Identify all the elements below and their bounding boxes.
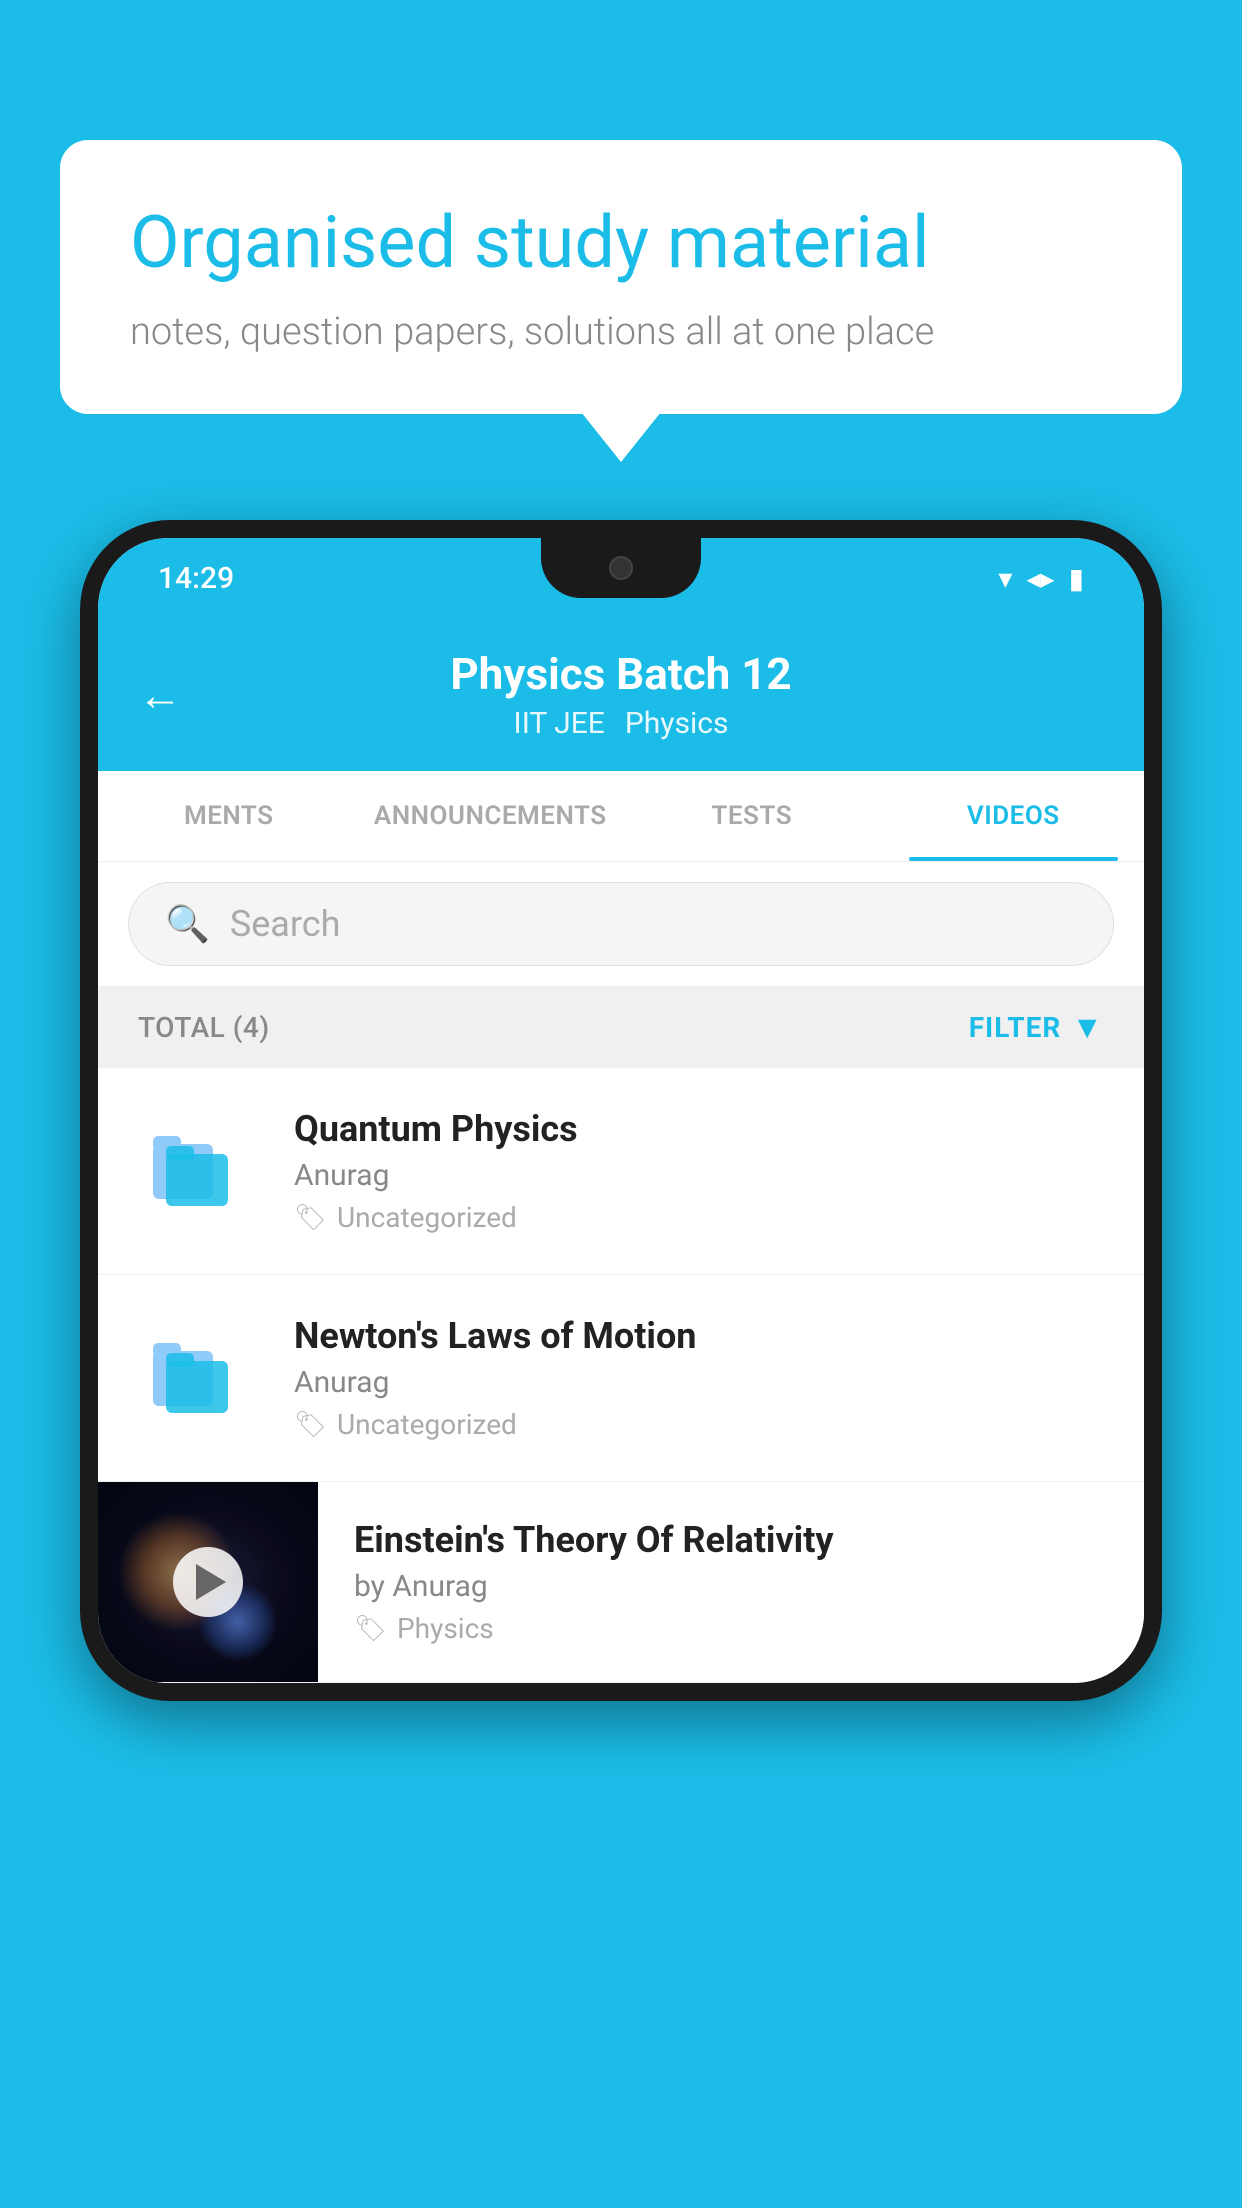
filter-button[interactable]: FILTER ▼ [969, 1008, 1104, 1046]
phone-device: 14:29 ▾ ◂▸ ▮ ← Physics Batch 12 IIT JEE … [80, 520, 1162, 2208]
video-info-2: Newton's Laws of Motion Anurag 🏷 Uncateg… [294, 1315, 1104, 1441]
front-camera [609, 556, 633, 580]
video-list: Quantum Physics Anurag 🏷 Uncategorized [98, 1068, 1144, 1683]
filter-funnel-icon: ▼ [1071, 1008, 1104, 1046]
einstein-title: Einstein's Theory Of Relativity [354, 1519, 1104, 1561]
phone-notch [541, 538, 701, 598]
play-button[interactable] [173, 1547, 243, 1617]
video-tag: 🏷 Uncategorized [294, 1201, 1104, 1234]
einstein-author: by Anurag [354, 1569, 1104, 1604]
list-item[interactable]: Newton's Laws of Motion Anurag 🏷 Uncateg… [98, 1275, 1144, 1482]
search-placeholder: Search [230, 903, 341, 945]
tag-label-3: Physics [397, 1612, 494, 1645]
search-icon: 🔍 [165, 903, 210, 945]
video-info: Quantum Physics Anurag 🏷 Uncategorized [294, 1108, 1104, 1234]
filter-label: FILTER [969, 1011, 1062, 1044]
einstein-thumbnail [98, 1482, 318, 1682]
total-count: TOTAL (4) [138, 1011, 270, 1044]
search-bar: 🔍 Search [98, 862, 1144, 986]
tab-videos[interactable]: VIDEOS [883, 771, 1145, 861]
phone-screen: 14:29 ▾ ◂▸ ▮ ← Physics Batch 12 IIT JEE … [98, 538, 1144, 1683]
video-folder-icon-2 [138, 1318, 258, 1438]
search-input-wrap[interactable]: 🔍 Search [128, 882, 1114, 966]
status-icons: ▾ ◂▸ ▮ [998, 562, 1084, 595]
tag-icon-2: 🏷 [294, 1410, 327, 1440]
speech-bubble-container: Organised study material notes, question… [60, 140, 1182, 414]
tag-icon: 🏷 [294, 1203, 327, 1233]
tag-label-2: Uncategorized [337, 1408, 517, 1441]
app-subtitle: IIT JEE Physics [514, 706, 729, 741]
video-author: Anurag [294, 1158, 1104, 1193]
video-author-2: Anurag [294, 1365, 1104, 1400]
video-folder-icon [138, 1111, 258, 1231]
back-button[interactable]: ← [138, 669, 182, 721]
wifi-icon: ▾ [998, 562, 1012, 595]
tab-ments[interactable]: MENTS [98, 771, 360, 861]
phone-body: 14:29 ▾ ◂▸ ▮ ← Physics Batch 12 IIT JEE … [80, 520, 1162, 1701]
tag-physics: Physics [625, 706, 729, 741]
battery-icon: ▮ [1069, 562, 1084, 595]
speech-bubble: Organised study material notes, question… [60, 140, 1182, 414]
tabs-bar: MENTS ANNOUNCEMENTS TESTS VIDEOS [98, 771, 1144, 862]
tag-label: Uncategorized [337, 1201, 517, 1234]
play-triangle-icon [196, 1564, 226, 1600]
speech-bubble-subtitle: notes, question papers, solutions all at… [130, 310, 1112, 354]
tag-icon-3: 🏷 [354, 1614, 387, 1644]
einstein-info: Einstein's Theory Of Relativity by Anura… [354, 1489, 1104, 1675]
list-item[interactable]: Einstein's Theory Of Relativity by Anura… [98, 1482, 1144, 1683]
tab-tests[interactable]: TESTS [621, 771, 883, 861]
filter-bar: TOTAL (4) FILTER ▼ [98, 986, 1144, 1068]
video-title: Quantum Physics [294, 1108, 1104, 1150]
speech-bubble-heading: Organised study material [130, 200, 1112, 286]
app-header: ← Physics Batch 12 IIT JEE Physics [98, 618, 1144, 771]
einstein-tag: 🏷 Physics [354, 1612, 1104, 1645]
list-item[interactable]: Quantum Physics Anurag 🏷 Uncategorized [98, 1068, 1144, 1275]
signal-icon: ◂▸ [1026, 562, 1054, 595]
video-tag-2: 🏷 Uncategorized [294, 1408, 1104, 1441]
tab-announcements[interactable]: ANNOUNCEMENTS [360, 771, 622, 861]
app-title: Physics Batch 12 [450, 648, 791, 700]
status-time: 14:29 [158, 561, 234, 596]
tag-iit-jee: IIT JEE [514, 706, 605, 741]
video-title-2: Newton's Laws of Motion [294, 1315, 1104, 1357]
status-bar: 14:29 ▾ ◂▸ ▮ [98, 538, 1144, 618]
